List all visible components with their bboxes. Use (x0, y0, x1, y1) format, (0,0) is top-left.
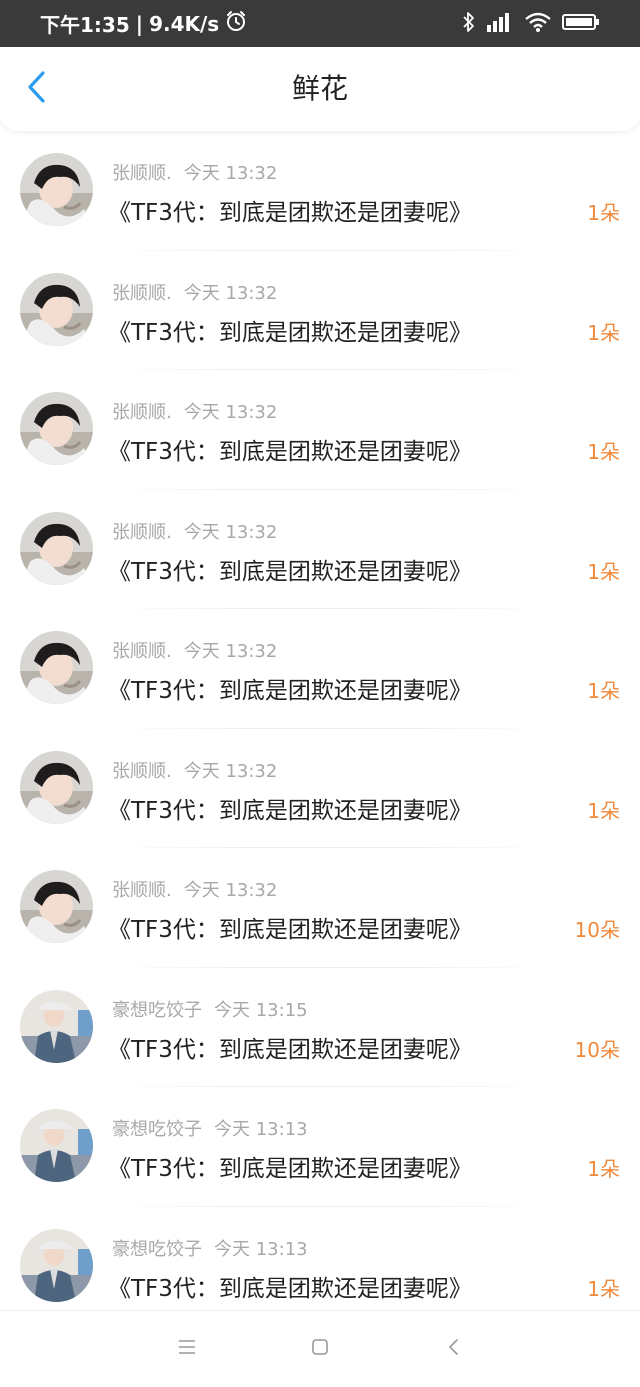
article-title[interactable]: 《TF3代：到底是团欺还是团妻呢》 (108, 1149, 472, 1183)
item-meta: 张顺顺. 今天 13:32 (112, 757, 277, 783)
home-button[interactable] (300, 1329, 340, 1369)
user-name[interactable]: 豪想吃饺子 (112, 1239, 202, 1260)
list-item[interactable]: 张顺顺. 今天 13:32 《TF3代：到底是团欺还是团妻呢》 1朵 (0, 609, 640, 729)
header: 鲜花 (0, 47, 640, 131)
flower-count: 10朵 (574, 1037, 620, 1062)
timestamp: 今天 13:32 (183, 641, 278, 662)
list-item[interactable]: 张顺顺. 今天 13:32 《TF3代：到底是团欺还是团妻呢》 1朵 (0, 251, 640, 370)
avatar[interactable] (20, 511, 93, 585)
list-item[interactable]: 豪想吃饺子 今天 13:13 《TF3代：到底是团欺还是团妻呢》 1朵 (0, 1207, 640, 1326)
user-name[interactable]: 张顺顺. (112, 522, 172, 543)
list-item[interactable]: 张顺顺. 今天 13:32 《TF3代：到底是团欺还是团妻呢》 1朵 (0, 729, 640, 848)
avatar[interactable] (20, 750, 93, 824)
avatar[interactable] (20, 1228, 93, 1302)
user-name[interactable]: 豪想吃饺子 (112, 1119, 202, 1140)
timestamp: 今天 13:13 (214, 1238, 308, 1260)
article-title[interactable]: 《TF3代：到底是团欺还是团妻呢》 (108, 432, 472, 466)
item-meta: 张顺顺. 今天 13:32 (112, 637, 277, 663)
timestamp: 今天 13:32 (183, 760, 278, 782)
bluetooth-icon (462, 11, 476, 37)
article-title[interactable]: 《TF3代：到底是团欺还是团妻呢》 (108, 1030, 472, 1064)
flower-count: 1朵 (587, 679, 620, 703)
menu-button[interactable] (167, 1329, 207, 1369)
timestamp: 今天 13:32 (183, 521, 278, 543)
flower-count: 1朵 (587, 1157, 620, 1181)
item-meta: 豪想吃饺子 今天 13:15 (112, 996, 308, 1022)
avatar[interactable] (20, 1109, 93, 1182)
avatar[interactable] (20, 631, 93, 704)
status-right (462, 11, 600, 37)
system-back-button[interactable] (433, 1329, 473, 1369)
avatar[interactable] (20, 870, 93, 943)
user-name[interactable]: 张顺顺. (112, 641, 172, 662)
item-meta: 豪想吃饺子 今天 13:13 (112, 1115, 308, 1141)
avatar[interactable] (20, 989, 93, 1063)
timestamp: 今天 13:32 (183, 880, 278, 901)
avatar[interactable] (20, 392, 93, 465)
page-title: 鲜花 (291, 72, 348, 105)
list-item[interactable]: 张顺顺. 今天 13:32 《TF3代：到底是团欺还是团妻呢》 10朵 (0, 848, 640, 968)
article-title[interactable]: 《TF3代：到底是团欺还是团妻呢》 (108, 791, 472, 825)
user-name[interactable]: 张顺顺. (112, 880, 172, 901)
timestamp: 今天 13:32 (183, 402, 278, 423)
signal-icon (486, 11, 514, 37)
timestamp: 今天 13:13 (214, 1119, 308, 1140)
list-item[interactable]: 张顺顺. 今天 13:32 《TF3代：到底是团欺还是团妻呢》 1朵 (0, 131, 640, 251)
menu-icon (177, 1338, 197, 1360)
status-left: 下午1:35 | 9.4K/s (40, 9, 247, 38)
item-meta: 张顺顺. 今天 13:32 (112, 876, 277, 902)
list-item[interactable]: 豪想吃饺子 今天 13:13 《TF3代：到底是团欺还是团妻呢》 1朵 (0, 1087, 640, 1207)
article-title[interactable]: 《TF3代：到底是团欺还是团妻呢》 (108, 193, 472, 227)
list-item[interactable]: 豪想吃饺子 今天 13:15 《TF3代：到底是团欺还是团妻呢》 10朵 (0, 968, 640, 1087)
user-name[interactable]: 张顺顺. (112, 761, 172, 782)
screen: 下午1:35 | 9.4K/s 鲜花 张顺顺. 今天 13:32 《TF3代：到… (0, 0, 640, 1387)
timestamp: 今天 13:15 (214, 999, 308, 1021)
home-icon (310, 1337, 330, 1361)
avatar[interactable] (20, 153, 93, 226)
item-meta: 张顺顺. 今天 13:32 (112, 398, 277, 424)
avatar[interactable] (20, 272, 93, 346)
user-name[interactable]: 张顺顺. (112, 283, 172, 304)
flower-count: 1朵 (587, 320, 620, 345)
item-meta: 张顺顺. 今天 13:32 (112, 279, 277, 305)
user-name[interactable]: 豪想吃饺子 (112, 1000, 202, 1021)
article-title[interactable]: 《TF3代：到底是团欺还是团妻呢》 (108, 671, 472, 705)
nav-bar (0, 1310, 640, 1387)
article-title[interactable]: 《TF3代：到底是团欺还是团妻呢》 (108, 1269, 472, 1303)
user-name[interactable]: 张顺顺. (112, 402, 172, 423)
article-title[interactable]: 《TF3代：到底是团欺还是团妻呢》 (108, 313, 472, 347)
flower-count: 1朵 (587, 201, 620, 225)
list-item[interactable]: 张顺顺. 今天 13:32 《TF3代：到底是团欺还是团妻呢》 1朵 (0, 490, 640, 609)
item-meta: 豪想吃饺子 今天 13:13 (112, 1235, 308, 1261)
back-icon (446, 1337, 460, 1361)
wifi-icon (524, 11, 552, 37)
list-item[interactable]: 张顺顺. 今天 13:32 《TF3代：到底是团欺还是团妻呢》 1朵 (0, 370, 640, 490)
user-name[interactable]: 张顺顺. (112, 163, 172, 184)
item-meta: 张顺顺. 今天 13:32 (112, 159, 277, 185)
timestamp: 今天 13:32 (183, 163, 278, 184)
status-time: 下午1:35 (40, 13, 130, 37)
flower-count: 1朵 (587, 440, 620, 464)
battery-icon (562, 13, 600, 35)
network-speed: 9.4K/s (149, 11, 220, 36)
article-title[interactable]: 《TF3代：到底是团欺还是团妻呢》 (108, 552, 472, 586)
alarm-icon (225, 10, 247, 37)
article-title[interactable]: 《TF3代：到底是团欺还是团妻呢》 (108, 910, 472, 944)
timestamp: 今天 13:32 (183, 282, 278, 304)
item-meta: 张顺顺. 今天 13:32 (112, 518, 277, 544)
flower-count: 1朵 (587, 1276, 620, 1301)
flower-count: 10朵 (574, 918, 620, 942)
flower-count: 1朵 (587, 559, 620, 584)
flower-count: 1朵 (587, 798, 620, 823)
flower-list: 张顺顺. 今天 13:32 《TF3代：到底是团欺还是团妻呢》 1朵 张顺顺. 今天 1… (0, 131, 640, 1326)
status-separator: | (135, 11, 144, 36)
